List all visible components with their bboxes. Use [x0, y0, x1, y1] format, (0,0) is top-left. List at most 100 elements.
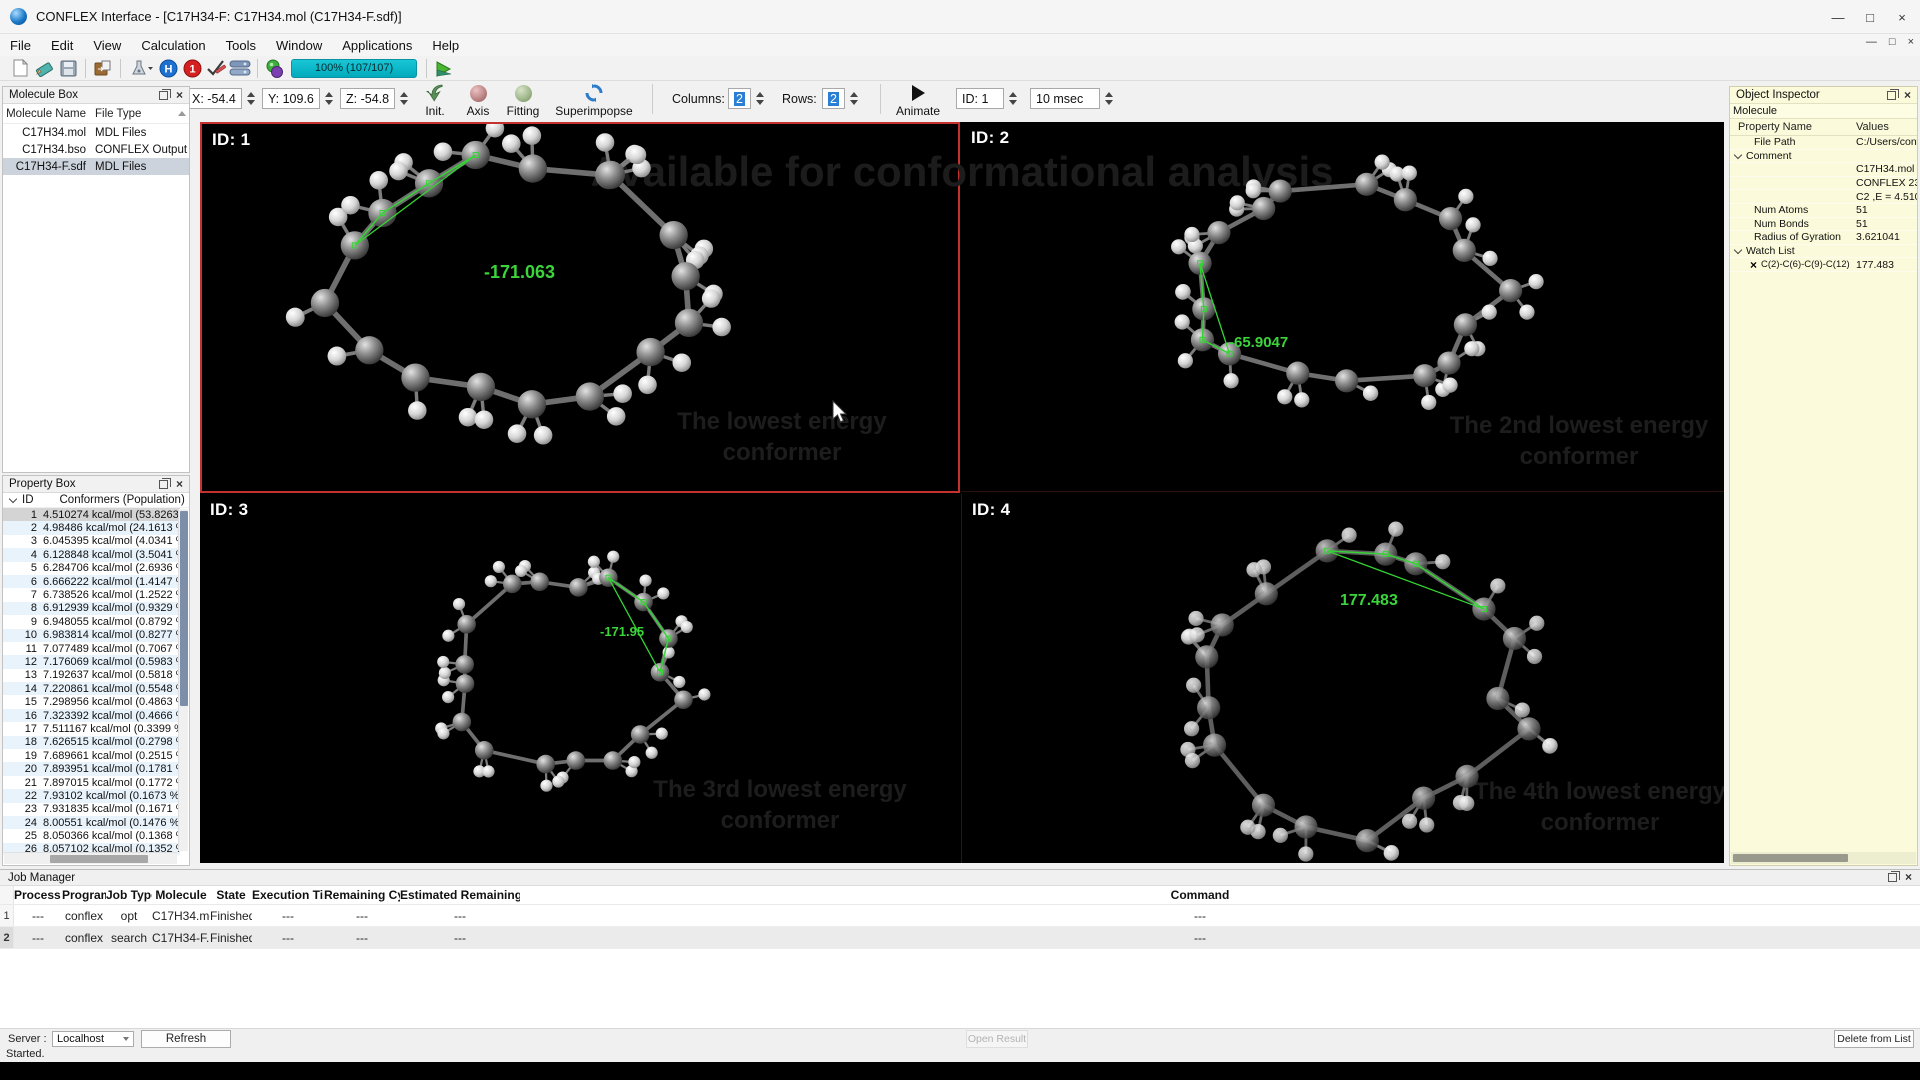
inspector-row[interactable]: Num Atoms51 — [1730, 204, 1917, 218]
molecule-model-2[interactable] — [961, 122, 1724, 492]
import-icon[interactable] — [91, 57, 115, 79]
conformer-row[interactable]: 207.893951 kcal/mol (0.1781 %) — [3, 762, 180, 775]
inspector-row[interactable]: Watch List — [1730, 245, 1917, 259]
conformer-row[interactable]: 66.666222 kcal/mol (1.4147 %) — [3, 575, 180, 588]
job-column-process-id[interactable]: Process ID — [14, 888, 62, 902]
conformer-row[interactable]: 197.689661 kcal/mol (0.2515 %) — [3, 749, 180, 762]
close-panel-icon[interactable]: × — [1905, 873, 1912, 882]
float-panel-icon[interactable] — [1887, 91, 1896, 100]
conformer-row[interactable]: 56.284706 kcal/mol (2.6936 %) — [3, 562, 180, 575]
open-file-icon[interactable] — [32, 57, 56, 79]
conformer-row[interactable]: 76.738526 kcal/mol (1.2522 %) — [3, 588, 180, 601]
scroll-up-icon[interactable] — [178, 111, 186, 116]
menu-view[interactable]: View — [83, 38, 131, 53]
molecule-list-item[interactable]: C17H34-F.sdfMDL Files — [3, 158, 189, 175]
molecule-model-1[interactable] — [202, 124, 958, 491]
rows-spinner[interactable]: 2 — [822, 88, 861, 109]
menu-calculation[interactable]: Calculation — [131, 38, 215, 53]
job-column-command[interactable]: Command — [520, 888, 1880, 902]
values-header[interactable]: Values — [1856, 121, 1889, 133]
inspector-row[interactable]: ×C(2)-C(6)-C(9)-C(12)177.483 — [1730, 258, 1917, 272]
inspector-row[interactable]: CONFLEX 2308 — [1730, 177, 1917, 191]
mdi-restore-button[interactable]: □ — [1889, 36, 1896, 48]
conformer-row[interactable]: 167.323392 kcal/mol (0.4666 %) — [3, 709, 180, 722]
horizontal-scrollbar[interactable] — [1731, 852, 1916, 864]
job-column-molecule[interactable]: Molecule — [152, 888, 210, 902]
coord-x-spinner[interactable]: X: -54.4 — [186, 88, 258, 109]
menu-edit[interactable]: Edit — [41, 38, 83, 53]
job-column-state[interactable]: State — [210, 888, 252, 902]
job-column-execution-time[interactable]: Execution Time — [252, 888, 324, 902]
conformer-row[interactable]: 248.00551 kcal/mol (0.1476 %) — [3, 816, 180, 829]
job-column-program[interactable]: Program — [62, 888, 106, 902]
mdi-minimize-button[interactable]: — — [1866, 36, 1877, 48]
conformer-row[interactable]: 24.98486 kcal/mol (24.1613 %) — [3, 521, 180, 534]
horizontal-scrollbar[interactable] — [4, 852, 177, 864]
job-column-job-type[interactable]: Job Type — [106, 888, 152, 902]
job-column-remaining-cycle[interactable]: Remaining Cycle — [324, 888, 400, 902]
close-button[interactable]: × — [1886, 0, 1918, 34]
conformer-spheres-icon[interactable] — [263, 57, 287, 79]
scrollbar-thumb[interactable] — [180, 511, 188, 706]
inspector-row[interactable]: Comment — [1730, 150, 1917, 164]
close-panel-icon[interactable]: × — [176, 480, 183, 489]
inspector-row[interactable]: C2 ,E = 4.510, 0 — [1730, 190, 1917, 204]
conformer-row[interactable]: 106.983814 kcal/mol (0.8277 %) — [3, 629, 180, 642]
run-flag-icon[interactable] — [432, 57, 456, 79]
chevron-down-icon[interactable] — [1734, 151, 1742, 159]
scrollbar-thumb[interactable] — [50, 855, 148, 863]
conformer-row[interactable]: 237.931835 kcal/mol (0.1671 %) — [3, 803, 180, 816]
menu-window[interactable]: Window — [266, 38, 332, 53]
axis-button[interactable]: Axis — [458, 83, 498, 118]
new-file-icon[interactable] — [8, 57, 32, 79]
delete-from-list-button[interactable]: Delete from List — [1834, 1030, 1914, 1048]
animate-id-arrows[interactable] — [1006, 88, 1020, 109]
conformer-row[interactable]: 227.93102 kcal/mol (0.1673 %) — [3, 789, 180, 802]
animate-id-spinner[interactable]: ID: 1 — [956, 88, 1020, 109]
conformer-row[interactable]: 258.050366 kcal/mol (0.1368 %) — [3, 829, 180, 842]
molecule-list-item[interactable]: C17H34.molMDL Files — [3, 124, 189, 141]
float-panel-icon[interactable] — [159, 480, 168, 489]
fitting-button[interactable]: Fitting — [500, 83, 546, 118]
conformer-row[interactable]: 127.176069 kcal/mol (0.5983 %) — [3, 655, 180, 668]
rows-arrows[interactable] — [847, 88, 861, 109]
open-result-button[interactable]: Open Result — [966, 1030, 1028, 1048]
animate-interval-arrows[interactable] — [1102, 88, 1116, 109]
inspector-row[interactable]: Radius of Gyration3.621041 — [1730, 231, 1917, 245]
viewport-4[interactable]: ID: 4 177.483 The 4th lowest energy conf… — [961, 494, 1724, 863]
menu-applications[interactable]: Applications — [332, 38, 422, 53]
coord-y-arrows[interactable] — [322, 88, 336, 109]
maximize-button[interactable]: □ — [1854, 0, 1886, 34]
float-panel-icon[interactable] — [1888, 873, 1897, 882]
animate-interval-spinner[interactable]: 10 msec — [1030, 88, 1116, 109]
inspector-row[interactable]: C17H34.mol — [1730, 163, 1917, 177]
save-icon[interactable] — [56, 57, 80, 79]
conformer-row[interactable]: 137.192637 kcal/mol (0.5818 %) — [3, 669, 180, 682]
coord-x-arrows[interactable] — [244, 88, 258, 109]
conformer-row[interactable]: 36.045395 kcal/mol (4.0341 %) — [3, 535, 180, 548]
conformer-row[interactable]: 177.511167 kcal/mol (0.3399 %) — [3, 722, 180, 735]
server-list-icon[interactable] — [228, 57, 252, 79]
viewport-1[interactable]: ID: 1 -171.063 The lowest energy conform… — [200, 122, 960, 493]
inspector-row[interactable]: Num Bonds51 — [1730, 218, 1917, 232]
coord-y-spinner[interactable]: Y: 109.6 — [262, 88, 336, 109]
job-row[interactable]: 1---conflexoptC17H34.molFinished--------… — [0, 905, 1920, 927]
minimize-button[interactable]: — — [1822, 0, 1854, 34]
animate-button[interactable]: Animate — [890, 83, 946, 118]
delete-watch-icon[interactable]: × — [1750, 260, 1757, 270]
column-file-type[interactable]: File Type — [91, 108, 141, 120]
server-select[interactable]: Localhost — [52, 1031, 134, 1047]
coord-z-spinner[interactable]: Z: -54.8 — [340, 88, 411, 109]
hydrogen-toggle-icon[interactable]: H — [156, 57, 180, 79]
superimpose-button[interactable]: Superimpopse — [548, 83, 640, 118]
coord-z-arrows[interactable] — [397, 88, 411, 109]
menu-help[interactable]: Help — [422, 38, 469, 53]
chevron-down-icon[interactable] — [9, 495, 17, 503]
chevron-down-icon[interactable] — [1734, 246, 1742, 254]
init-button[interactable]: Init. — [415, 83, 455, 118]
inspector-row[interactable]: File PathC:/Users/conflex — [1730, 136, 1917, 150]
atom-number-icon[interactable]: 1 — [180, 57, 204, 79]
conformer-row[interactable]: 117.077489 kcal/mol (0.7067 %) — [3, 642, 180, 655]
mdi-close-button[interactable]: × — [1908, 36, 1914, 48]
close-panel-icon[interactable]: × — [1904, 91, 1911, 100]
